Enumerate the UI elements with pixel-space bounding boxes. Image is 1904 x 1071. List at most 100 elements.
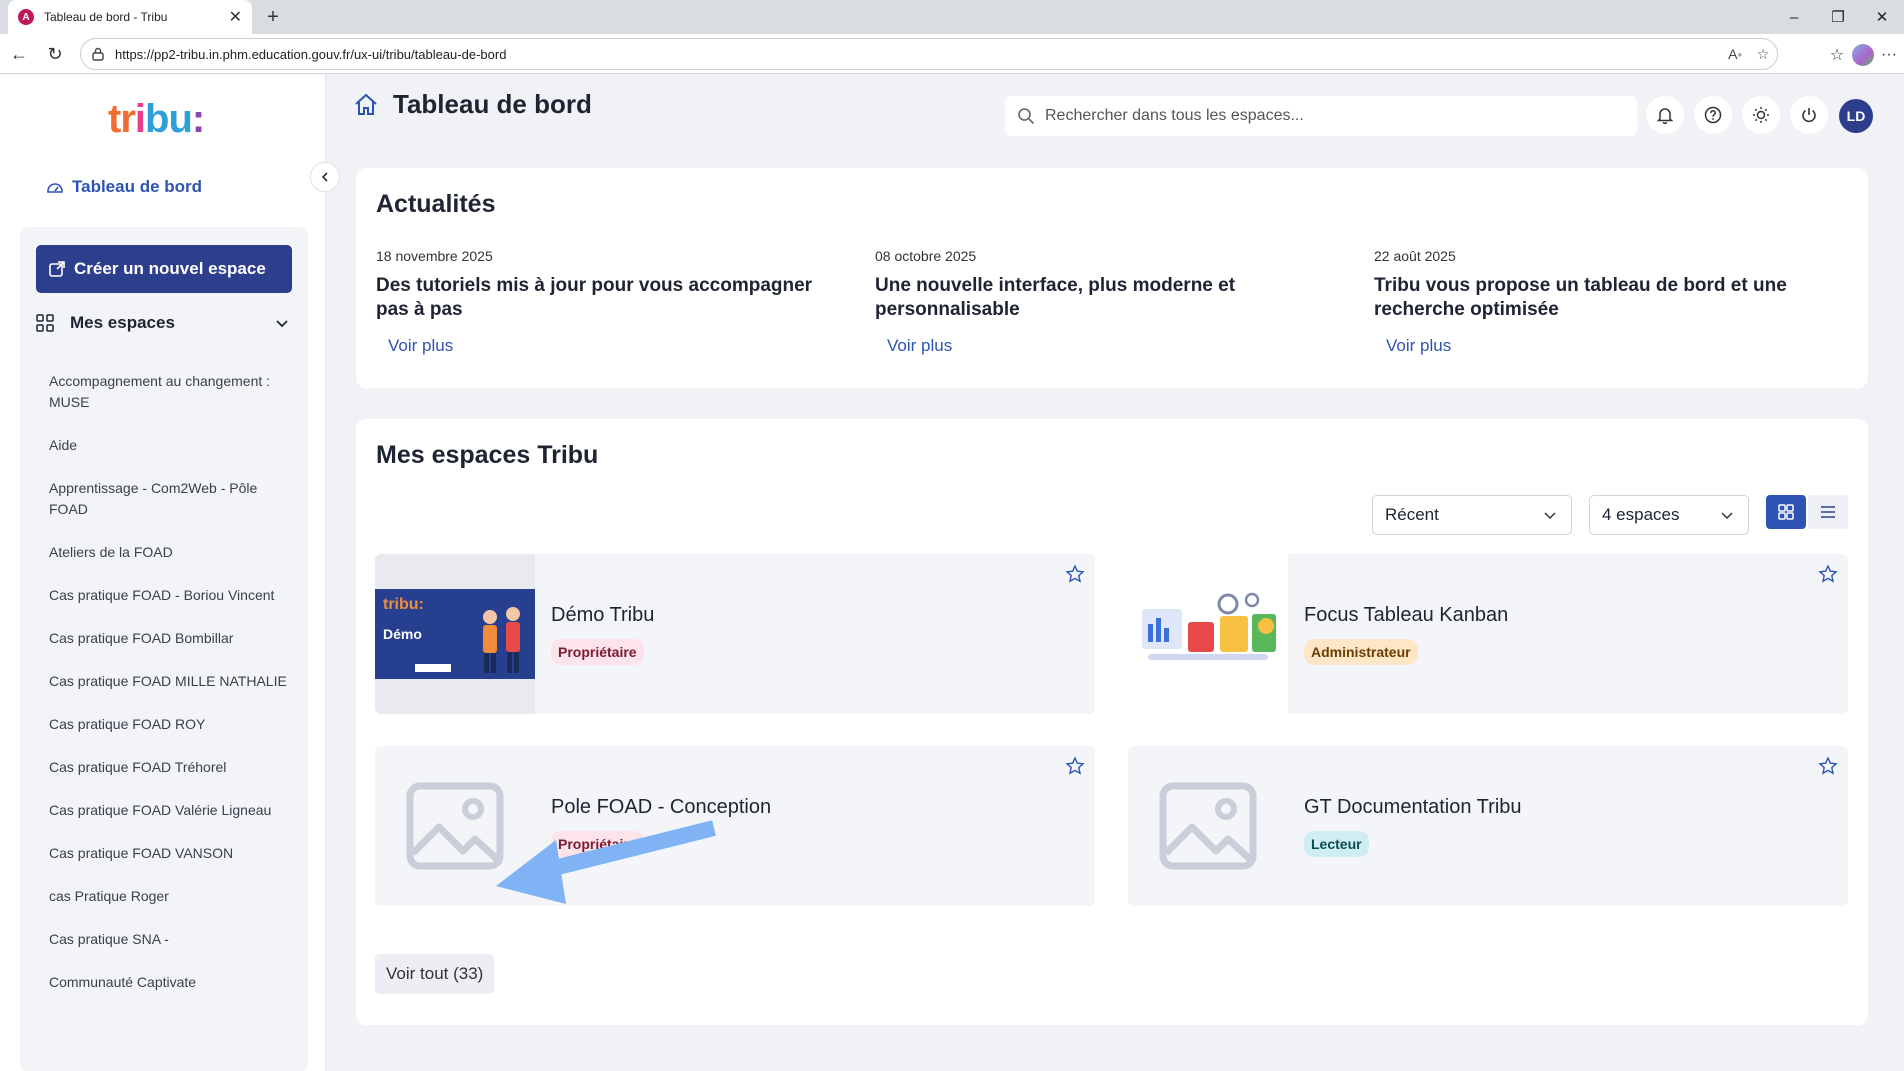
- help-button[interactable]: [1694, 96, 1732, 134]
- news-headline: Une nouvelle interface, plus moderne et …: [875, 275, 1236, 320]
- news-headline: Des tutoriels mis à jour pour vous accom…: [376, 275, 813, 320]
- image-placeholder-icon: [1128, 746, 1288, 906]
- new-tab-icon[interactable]: +: [260, 4, 286, 30]
- annotation-arrow-icon: [496, 820, 716, 904]
- new-window-icon: [48, 260, 66, 278]
- browser-tab-bar: A Tableau de bord - Tribu ✕ + – ❐ ✕: [0, 0, 1904, 34]
- collapse-sidebar-button[interactable]: [310, 162, 340, 192]
- read-aloud-icon[interactable]: A»: [1721, 40, 1749, 68]
- list-item[interactable]: Cas pratique FOAD Bombillar: [49, 628, 289, 649]
- page-title: Tableau de bord: [393, 89, 592, 119]
- mes-espaces-label: Mes espaces: [70, 313, 175, 332]
- help-icon: [1704, 106, 1722, 124]
- reload-icon[interactable]: ↻: [42, 41, 68, 67]
- voir-plus-link[interactable]: Voir plus: [1386, 336, 1451, 356]
- close-window-icon[interactable]: ✕: [1860, 0, 1904, 34]
- notifications-button[interactable]: [1646, 96, 1684, 134]
- star-icon[interactable]: [1065, 564, 1085, 584]
- chevron-down-icon: [1720, 507, 1736, 523]
- restore-icon[interactable]: ❐: [1816, 0, 1860, 34]
- close-tab-icon[interactable]: ✕: [229, 7, 242, 27]
- search-input[interactable]: [1045, 107, 1637, 125]
- search-box[interactable]: [1005, 96, 1637, 136]
- espaces-panel: Créer un nouvel espace Mes espaces Accom…: [20, 227, 308, 1071]
- list-view-icon: [1821, 506, 1835, 518]
- url-field[interactable]: https://pp2-tribu.in.phm.education.gouv.…: [80, 38, 1778, 70]
- list-item[interactable]: cas Pratique Roger: [49, 886, 289, 907]
- espaces-title: Mes espaces Tribu: [376, 441, 599, 469]
- list-item[interactable]: Cas pratique SNA -: [49, 929, 289, 950]
- voir-plus-link[interactable]: Voir plus: [887, 336, 952, 356]
- space-thumbnail: [1128, 554, 1288, 714]
- more-menu-icon[interactable]: ···: [1876, 42, 1902, 68]
- list-item[interactable]: Cas pratique FOAD - Boriou Vincent: [49, 585, 289, 606]
- list-item[interactable]: Cas pratique FOAD VANSON: [49, 843, 289, 864]
- star-icon[interactable]: [1065, 756, 1085, 776]
- space-card-pole-foad[interactable]: Pole FOAD - Conception Propriétaire: [375, 746, 1095, 906]
- voir-plus-link[interactable]: Voir plus: [388, 336, 453, 356]
- sun-icon: [1753, 107, 1769, 123]
- space-card-demo-tribu[interactable]: Démo tribu: Démo Tribu Propriétaire: [375, 554, 1095, 714]
- news-title: Actualités: [376, 190, 496, 218]
- dashboard-gauge-icon: [46, 178, 64, 196]
- role-badge: Administrateur: [1304, 639, 1418, 665]
- browser-tab[interactable]: A Tableau de bord - Tribu ✕: [8, 0, 252, 34]
- mes-espaces-toggle[interactable]: Mes espaces: [36, 303, 292, 343]
- space-thumbnail: Démo tribu:: [375, 554, 535, 714]
- page-header: Tableau de bord: [353, 89, 592, 120]
- lock-icon: [91, 47, 105, 61]
- sort-select[interactable]: Récent: [1372, 495, 1572, 535]
- back-arrow-icon[interactable]: ←: [6, 41, 32, 67]
- count-select[interactable]: 4 espaces: [1589, 495, 1749, 535]
- chevron-down-icon: [1543, 507, 1559, 523]
- list-item[interactable]: Cas pratique FOAD ROY: [49, 714, 289, 735]
- news-date: 18 novembre 2025: [376, 248, 493, 264]
- news-item: 18 novembre 2025 Des tutoriels mis à jou…: [376, 248, 836, 356]
- theme-toggle-button[interactable]: [1742, 96, 1780, 134]
- list-item[interactable]: Cas pratique FOAD MILLE NATHALIE: [49, 671, 289, 692]
- thumb-demo-text: Démo: [383, 626, 422, 642]
- avatar[interactable]: LD: [1839, 99, 1873, 133]
- espaces-card: Mes espaces Tribu Récent 4 espaces Démo …: [356, 419, 1868, 1025]
- chevron-down-icon: [274, 314, 292, 332]
- see-all-button[interactable]: Voir tout (33): [375, 954, 495, 994]
- news-headline: Tribu vous propose un tableau de bord et…: [1374, 275, 1787, 320]
- url-text: https://pp2-tribu.in.phm.education.gouv.…: [115, 46, 507, 62]
- minimize-icon[interactable]: –: [1772, 0, 1816, 34]
- grid-view-button[interactable]: [1766, 495, 1806, 529]
- star-icon[interactable]: [1818, 564, 1838, 584]
- list-item[interactable]: Aide: [49, 435, 289, 456]
- space-card-focus-kanban[interactable]: Focus Tableau Kanban Administrateur: [1128, 554, 1848, 714]
- list-item[interactable]: Apprentissage - Com2Web - Pôle FOAD: [49, 478, 289, 520]
- logout-button[interactable]: [1790, 96, 1828, 134]
- list-item[interactable]: Cas pratique FOAD Valérie Ligneau: [49, 800, 289, 821]
- espace-list: Accompagnement au changement : MUSE Aide…: [49, 371, 289, 1015]
- create-space-button[interactable]: Créer un nouvel espace: [36, 245, 292, 293]
- favorite-star-icon[interactable]: ☆: [1749, 40, 1777, 68]
- grid-icon: [36, 313, 56, 333]
- profile-icon[interactable]: [1850, 42, 1876, 68]
- tribu-logo[interactable]: tribu:: [108, 97, 205, 142]
- list-item[interactable]: Cas pratique FOAD Tréhorel: [49, 757, 289, 778]
- count-value: 4 espaces: [1602, 505, 1680, 524]
- space-name: GT Documentation Tribu: [1304, 796, 1522, 818]
- star-icon[interactable]: [1818, 756, 1838, 776]
- sort-value: Récent: [1385, 505, 1439, 524]
- tab-title: Tableau de bord - Tribu: [44, 10, 168, 24]
- sidebar: tribu: Tableau de bord Créer un nouvel e…: [0, 75, 326, 1071]
- list-item[interactable]: Ateliers de la FOAD: [49, 542, 289, 563]
- news-date: 08 octobre 2025: [875, 248, 977, 264]
- space-name: Démo Tribu: [551, 604, 655, 626]
- bell-icon: [1656, 108, 1674, 124]
- list-item[interactable]: Accompagnement au changement : MUSE: [49, 371, 289, 413]
- role-badge: Lecteur: [1304, 831, 1369, 857]
- space-card-gt-documentation[interactable]: GT Documentation Tribu Lecteur: [1128, 746, 1848, 906]
- list-view-button[interactable]: [1808, 495, 1848, 529]
- space-name: Focus Tableau Kanban: [1304, 604, 1509, 626]
- sidebar-item-dashboard[interactable]: Tableau de bord: [46, 177, 202, 197]
- grid-view-icon: [1778, 504, 1794, 520]
- role-badge: Propriétaire: [551, 639, 644, 665]
- list-item[interactable]: Communauté Captivate: [49, 972, 289, 993]
- favorites-icon[interactable]: ☆: [1824, 42, 1850, 68]
- power-icon: [1802, 108, 1816, 123]
